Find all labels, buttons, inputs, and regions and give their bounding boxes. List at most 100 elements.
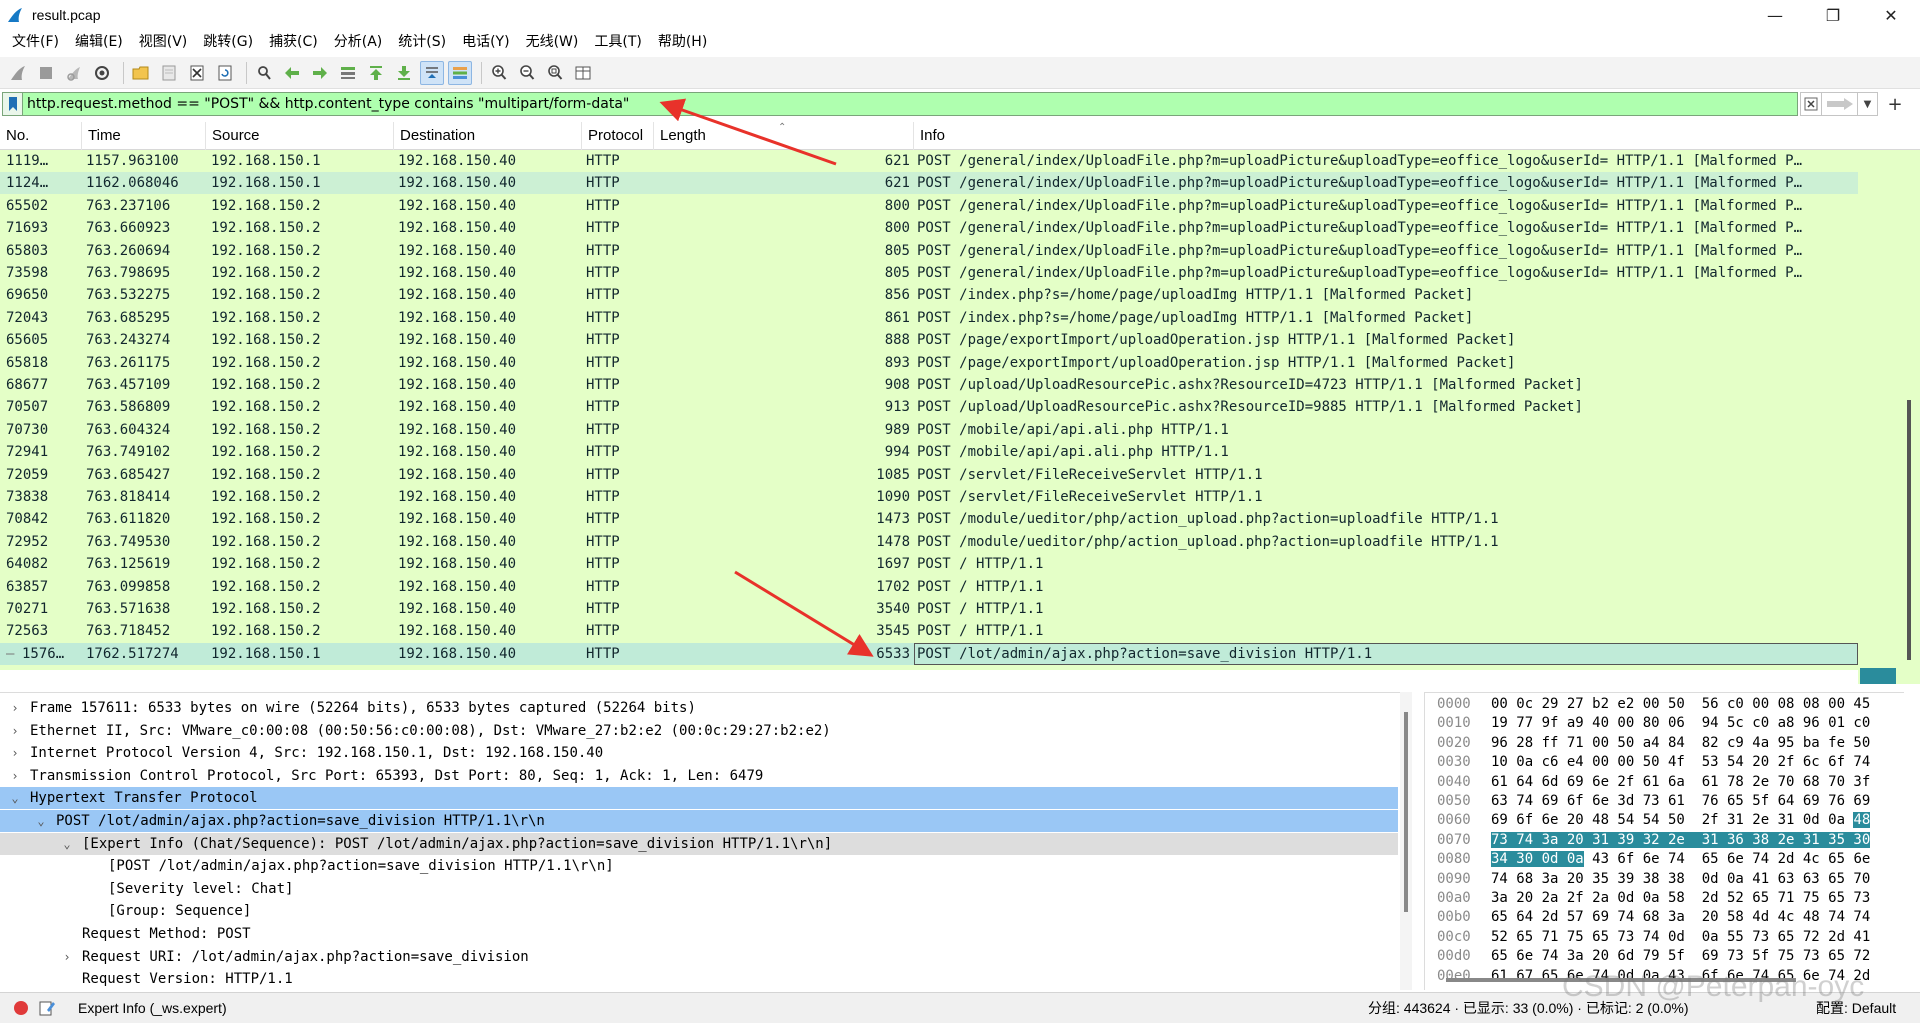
menu-go[interactable]: 跳转(G) bbox=[195, 30, 261, 55]
menu-edit[interactable]: 编辑(E) bbox=[67, 30, 131, 55]
packet-row[interactable]: 70271 763.571638 192.168.150.2 192.168.150.… bbox=[0, 598, 1858, 620]
hex-bytes[interactable]: 10 0a c6 e4 00 00 50 4f 53 54 20 2f 6c 6… bbox=[1491, 753, 1870, 772]
column-header-no[interactable]: No. bbox=[0, 122, 82, 150]
column-header-destination[interactable]: Destination bbox=[394, 122, 582, 150]
menu-file[interactable]: 文件(F) bbox=[4, 30, 67, 55]
packet-row[interactable]: 68677 763.457109 192.168.150.2 192.168.150.… bbox=[0, 374, 1858, 396]
capture-options-icon[interactable] bbox=[90, 61, 114, 85]
filter-bookmark-icon[interactable] bbox=[2, 92, 22, 116]
column-header-time[interactable]: Time bbox=[82, 122, 206, 150]
detail-tree-item[interactable]: › Frame 157611: 6533 bytes on wire (52264… bbox=[0, 697, 1398, 719]
packet-row[interactable]: 71693 763.660923 192.168.150.2 192.168.150.… bbox=[0, 217, 1858, 239]
packet-row[interactable]: 63857 763.099858 192.168.150.2 192.168.150.… bbox=[0, 576, 1858, 598]
zoom-in-icon[interactable] bbox=[487, 61, 511, 85]
column-header-protocol[interactable]: Protocol bbox=[582, 122, 654, 150]
detail-tree-item[interactable]: Request Version: HTTP/1.1 bbox=[0, 968, 1398, 990]
expand-chevron-icon[interactable]: ⌄ bbox=[60, 833, 74, 855]
packet-row[interactable]: 64082 763.125619 192.168.150.2 192.168.150.… bbox=[0, 553, 1858, 575]
detail-tree-item[interactable]: › Internet Protocol Version 4, Src: 192.1… bbox=[0, 742, 1398, 764]
menu-statistics[interactable]: 统计(S) bbox=[390, 30, 454, 55]
packet-row[interactable]: 65605 763.243274 192.168.150.2 192.168.150.… bbox=[0, 329, 1858, 351]
packet-row[interactable]: 73838 763.818414 192.168.150.2 192.168.150.… bbox=[0, 486, 1858, 508]
detail-tree-item[interactable]: [Group: Sequence] bbox=[0, 900, 1398, 922]
detail-tree-item[interactable]: › Transmission Control Protocol, Src Port… bbox=[0, 765, 1398, 787]
hex-bytes[interactable]: 63 74 69 6f 6e 3d 73 61 76 65 5f 64 69 7… bbox=[1491, 792, 1870, 811]
packet-row[interactable]: 70730 763.604324 192.168.150.2 192.168.150.… bbox=[0, 419, 1858, 441]
hex-bytes[interactable]: 65 6e 74 3a 20 6d 79 5f 69 73 5f 75 73 6… bbox=[1491, 947, 1870, 966]
detail-tree-item[interactable]: [Severity level: Chat] bbox=[0, 878, 1398, 900]
packet-row[interactable]: 65803 763.260694 192.168.150.2 192.168.150.… bbox=[0, 240, 1858, 262]
add-filter-button[interactable]: + bbox=[1882, 92, 1908, 116]
colorize-icon[interactable] bbox=[448, 60, 472, 85]
open-folder-icon[interactable] bbox=[129, 61, 153, 85]
packet-row[interactable]: 72941 763.749102 192.168.150.2 192.168.150.… bbox=[0, 441, 1858, 463]
hex-bytes[interactable]: 96 28 ff 71 00 50 a4 84 82 c9 4a 95 ba f… bbox=[1491, 734, 1870, 753]
collapse-chevron-icon[interactable]: › bbox=[8, 720, 22, 742]
resize-columns-icon[interactable] bbox=[571, 61, 595, 85]
column-header-info[interactable]: Info bbox=[914, 122, 1920, 150]
packet-row[interactable]: 73598 763.798695 192.168.150.2 192.168.150.… bbox=[0, 262, 1858, 284]
collapse-chevron-icon[interactable]: › bbox=[60, 946, 74, 968]
restart-icon[interactable] bbox=[62, 61, 86, 85]
menu-help[interactable]: 帮助(H) bbox=[650, 30, 715, 55]
packet-row[interactable]: 72952 763.749530 192.168.150.2 192.168.150.… bbox=[0, 531, 1858, 553]
hex-bytes[interactable]: 00 0c 29 27 b2 e2 00 50 56 c0 00 08 08 0… bbox=[1491, 695, 1870, 714]
zoom-out-icon[interactable] bbox=[515, 61, 539, 85]
packet-row[interactable]: 72563 763.718452 192.168.150.2 192.168.150.… bbox=[0, 620, 1858, 642]
close-button[interactable]: ✕ bbox=[1862, 0, 1920, 30]
packet-row[interactable]: 1119… 1157.963100 192.168.150.1 192.168.150… bbox=[0, 150, 1858, 172]
autoscroll-icon[interactable] bbox=[420, 60, 444, 85]
detail-tree-item[interactable]: › Ethernet II, Src: VMware_c0:00:08 (00:5… bbox=[0, 720, 1398, 742]
packet-row[interactable]: 1576… 1762.517274 192.168.150.1 192.168.150… bbox=[0, 642, 1858, 665]
go-first-icon[interactable] bbox=[364, 61, 388, 85]
minimize-button[interactable]: — bbox=[1746, 0, 1804, 30]
shark-fin-start-icon[interactable] bbox=[6, 61, 30, 85]
restore-button[interactable]: ❐ bbox=[1804, 0, 1862, 30]
collapse-chevron-icon[interactable]: › bbox=[8, 765, 22, 787]
find-packet-icon[interactable] bbox=[252, 61, 276, 85]
go-to-packet-icon[interactable] bbox=[336, 61, 360, 85]
packet-row[interactable]: 70507 763.586809 192.168.150.2 192.168.150.… bbox=[0, 396, 1858, 418]
filter-history-dropdown[interactable]: ▼ bbox=[1858, 92, 1878, 116]
detail-tree-item[interactable]: Request Method: POST bbox=[0, 923, 1398, 945]
display-filter-input[interactable]: http.request.method == "POST" && http.co… bbox=[22, 92, 1798, 116]
hex-bytes[interactable]: 34 30 0d 0a 43 6f 6e 74 65 6e 74 2d 4c 6… bbox=[1491, 850, 1870, 869]
close-file-icon[interactable] bbox=[185, 61, 209, 85]
go-back-icon[interactable] bbox=[280, 61, 304, 85]
expand-chevron-icon[interactable]: ⌄ bbox=[34, 810, 48, 832]
packet-row[interactable]: 65818 763.261175 192.168.150.2 192.168.150.… bbox=[0, 352, 1858, 374]
capture-comment-icon[interactable] bbox=[38, 999, 56, 1017]
hex-bytes[interactable]: 19 77 9f a9 40 00 80 06 94 5c c0 a8 96 0… bbox=[1491, 714, 1870, 733]
collapse-chevron-icon[interactable]: › bbox=[8, 742, 22, 764]
packet-row[interactable]: 65502 763.237106 192.168.150.2 192.168.150.… bbox=[0, 195, 1858, 217]
hex-bytes[interactable]: 69 6f 6e 20 48 54 54 50 2f 31 2e 31 0d 0… bbox=[1491, 811, 1871, 830]
menu-analyze[interactable]: 分析(A) bbox=[326, 30, 391, 55]
menu-telephony[interactable]: 电话(Y) bbox=[454, 30, 517, 55]
detail-tree-item[interactable]: ⌄ POST /lot/admin/ajax.php?action=save_di… bbox=[0, 810, 1398, 832]
apply-filter-icon[interactable] bbox=[1822, 92, 1858, 116]
packet-row[interactable]: 72043 763.685295 192.168.150.2 192.168.150.… bbox=[0, 307, 1858, 329]
details-scrollbar-thumb[interactable] bbox=[1404, 712, 1408, 912]
hex-bytes[interactable]: 61 64 6d 69 6e 2f 61 6a 61 78 2e 70 68 7… bbox=[1491, 773, 1870, 792]
expert-info-error-icon[interactable] bbox=[12, 999, 30, 1017]
packet-row[interactable]: 69650 763.532275 192.168.150.2 192.168.150.… bbox=[0, 284, 1858, 306]
hex-bytes[interactable]: 74 68 3a 20 35 39 38 38 0d 0a 41 63 63 6… bbox=[1491, 870, 1870, 889]
hex-bytes[interactable]: 73 74 3a 20 31 39 32 2e 31 36 38 2e 31 3… bbox=[1491, 831, 1871, 850]
clear-filter-icon[interactable] bbox=[1800, 92, 1822, 116]
go-forward-icon[interactable] bbox=[308, 61, 332, 85]
menu-wireless[interactable]: 无线(W) bbox=[518, 30, 587, 55]
collapse-chevron-icon[interactable]: › bbox=[8, 697, 22, 719]
detail-tree-item[interactable]: [POST /lot/admin/ajax.php?action=save_di… bbox=[0, 855, 1398, 877]
packet-list-minimap-cursor[interactable] bbox=[1860, 668, 1896, 684]
packet-row[interactable]: 70842 763.611820 192.168.150.2 192.168.150.… bbox=[0, 508, 1858, 530]
hex-bytes[interactable]: 65 64 2d 57 69 74 68 3a 20 58 4d 4c 48 7… bbox=[1491, 908, 1870, 927]
menu-capture[interactable]: 捕获(C) bbox=[261, 30, 326, 55]
zoom-reset-icon[interactable] bbox=[543, 61, 567, 85]
detail-tree-item[interactable]: ⌄ [Expert Info (Chat/Sequence): POST /lot… bbox=[0, 832, 1398, 855]
column-header-source[interactable]: Source bbox=[206, 122, 394, 150]
save-file-icon[interactable] bbox=[157, 61, 181, 85]
menu-tools[interactable]: 工具(T) bbox=[586, 30, 649, 55]
packet-list-scrollbar-thumb[interactable] bbox=[1907, 400, 1911, 660]
reload-icon[interactable] bbox=[213, 61, 237, 85]
expand-chevron-icon[interactable]: ⌄ bbox=[8, 787, 22, 809]
